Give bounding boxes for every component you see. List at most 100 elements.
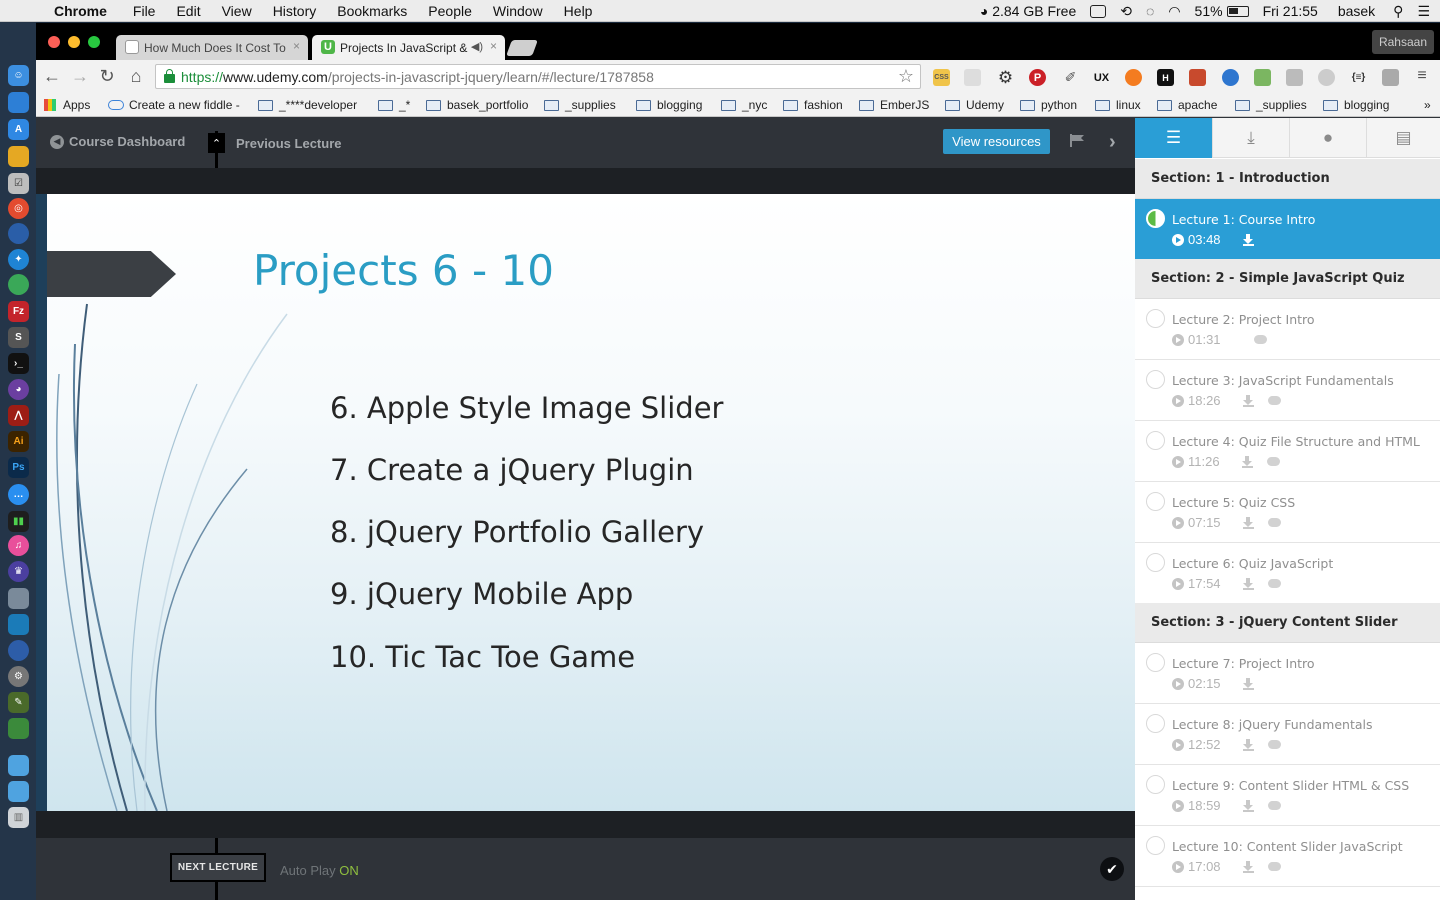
notification-bubble-icon[interactable]: ◌ [1146,3,1154,19]
bookmark-folder-portfolio[interactable]: basek_portfolio [426,97,528,113]
documents-folder-icon[interactable] [8,781,29,802]
pencil-icon[interactable]: ✎ [8,692,29,713]
stack-extension-icon[interactable] [1382,69,1399,86]
tab-projects-javascript[interactable]: U Projects In JavaScript & ◀) × [312,35,505,60]
download-icon[interactable] [1242,394,1254,407]
flag-icon[interactable] [1070,134,1084,147]
next-lecture-button[interactable]: NEXT LECTURE [170,853,266,882]
terminal-icon[interactable]: ›_ [8,353,29,374]
previous-lecture-chevron-up-icon[interactable]: ⌃ [208,133,225,153]
menu-people[interactable]: People [428,3,472,19]
system-preferences-icon[interactable]: ⚙ [8,666,29,687]
download-icon[interactable] [1241,455,1253,468]
menu-file[interactable]: File [133,3,156,19]
lecture-item[interactable]: Lecture 9: Content Slider HTML & CSS 18:… [1135,765,1440,826]
bookmark-folder-supplies[interactable]: _supplies [544,97,616,113]
safari-icon[interactable] [8,223,29,244]
eyedropper-extension-icon[interactable]: ✐ [1062,69,1079,86]
preview-icon[interactable] [8,588,29,609]
menu-edit[interactable]: Edit [176,3,200,19]
lecture-item[interactable]: Lecture 7: Project Intro 02:15 [1135,643,1440,704]
tab-curriculum-list-icon[interactable]: ☰ [1135,118,1212,158]
list-extension-icon[interactable] [1254,69,1271,86]
orange-extension-icon[interactable] [1125,69,1142,86]
profile-button[interactable]: Rahsaan [1371,30,1434,54]
ux-extension-icon[interactable]: UX [1093,69,1110,86]
lecture-item[interactable]: Lecture 3: JavaScript Fundamentals 18:26 [1135,360,1440,421]
download-icon[interactable] [1242,233,1254,246]
bookmark-folder-developer[interactable]: _****developer [258,97,357,113]
lecture-item[interactable]: Lecture 2: Project Intro 01:31 [1135,299,1440,360]
pinterest-extension-icon[interactable]: P [1029,69,1046,86]
download-icon[interactable] [1242,677,1254,690]
section-header[interactable]: Section: 2 - Simple JavaScript Quiz [1135,259,1440,299]
home-button[interactable]: ⌂ [126,66,146,86]
menu-window[interactable]: Window [493,3,543,19]
clock[interactable]: Fri 21:55 [1263,3,1318,19]
tab-notes-icon[interactable]: ▤ [1366,118,1440,158]
tab-downloads-icon[interactable]: ⤓ [1212,118,1289,158]
lecture-slide[interactable]: Projects 6 - 10 6. Apple Style Image Sli… [47,194,1135,811]
bookmark-folder-emberjs[interactable]: EmberJS [859,97,929,113]
menu-help[interactable]: Help [564,3,593,19]
download-icon[interactable] [1242,577,1254,590]
extension-grey-icon[interactable] [964,69,981,86]
json-extension-icon[interactable]: {≡} [1350,69,1367,86]
bookmark-star-icon[interactable]: ☆ [898,66,914,87]
comments-icon[interactable] [1267,579,1281,588]
battery-status[interactable]: 51% [1195,3,1249,19]
filezilla-icon[interactable]: Fz [8,301,29,322]
photoshop-icon[interactable]: Ps [8,457,29,478]
bookmark-folder-udemy[interactable]: Udemy [945,97,1004,113]
blue-extension-icon[interactable] [1222,69,1239,86]
new-tab-button[interactable] [506,40,538,56]
app-store-icon[interactable] [8,92,29,113]
bookmark-folder-apache[interactable]: apache [1157,97,1217,113]
spotlight-icon[interactable] [8,640,29,661]
illustrator-icon[interactable]: Ai [8,431,29,452]
hover-extension-icon[interactable]: H [1157,69,1174,86]
chrome-icon[interactable]: ☑ [8,173,29,194]
bookmark-folder-linux[interactable]: linux [1095,97,1141,113]
section-header[interactable]: Section: 1 - Introduction [1135,159,1440,199]
comments-icon[interactable] [1267,801,1281,810]
spotlight-search-icon[interactable]: ⚲ [1393,3,1403,20]
reload-button[interactable]: ↻ [97,66,117,86]
comments-icon[interactable] [1267,396,1281,405]
course-dashboard-link[interactable]: ◀ Course Dashboard [50,134,185,149]
alfred-icon[interactable]: ♛ [8,561,29,582]
mark-complete-check-icon[interactable]: ✔ [1100,857,1124,881]
bookmark-folder-supplies-2[interactable]: _supplies [1235,97,1307,113]
download-icon[interactable] [1242,516,1254,529]
notification-center-icon[interactable]: ☰ [1417,3,1430,20]
brush-extension-icon[interactable] [1189,69,1206,86]
wifi-icon[interactable]: ◠ [1168,3,1180,20]
globe-icon[interactable]: ✦ [8,249,29,270]
comments-icon[interactable] [1253,335,1267,344]
previous-lecture-link[interactable]: Previous Lecture [236,136,342,151]
address-bar[interactable]: https://www.udemy.com/projects-in-javasc… [155,64,921,89]
zoom-window-button[interactable] [88,36,100,48]
bookmark-fiddle[interactable]: Create a new fiddle - [108,97,240,113]
calendar-icon[interactable] [8,146,29,167]
view-resources-button[interactable]: View resources [943,129,1050,154]
menu-view[interactable]: View [222,3,252,19]
close-tab-icon[interactable]: × [293,39,300,53]
meter-icon[interactable]: ▮▮ [8,511,29,532]
lecture-item-current[interactable]: Lecture 1: Course Intro 03:48 [1135,199,1440,260]
css-viewer-extension-icon[interactable]: CSS [933,69,950,86]
forward-button[interactable]: → [70,66,90,86]
time-machine-icon[interactable]: ⟲ [1120,3,1132,20]
bookmark-folder-underscore-star[interactable]: _* [378,97,410,113]
network-icon[interactable] [8,718,29,739]
chrome-menu-icon[interactable]: ≡ [1412,66,1432,86]
download-icon[interactable] [1242,860,1254,873]
firefox-icon[interactable]: ◎ [8,198,29,219]
lecture-item[interactable]: Lecture 10: Content Slider JavaScript 17… [1135,826,1440,887]
bookmark-folder-python[interactable]: python [1020,97,1077,113]
tab-discussion-icon[interactable]: ● [1289,118,1366,158]
bookmark-folder-blogging[interactable]: blogging [636,97,702,113]
lecture-item[interactable]: Lecture 6: Quiz JavaScript 17:54 [1135,543,1440,604]
loop-extension-icon[interactable] [1318,69,1335,86]
bookmark-folder-blogging-2[interactable]: blogging [1323,97,1389,113]
